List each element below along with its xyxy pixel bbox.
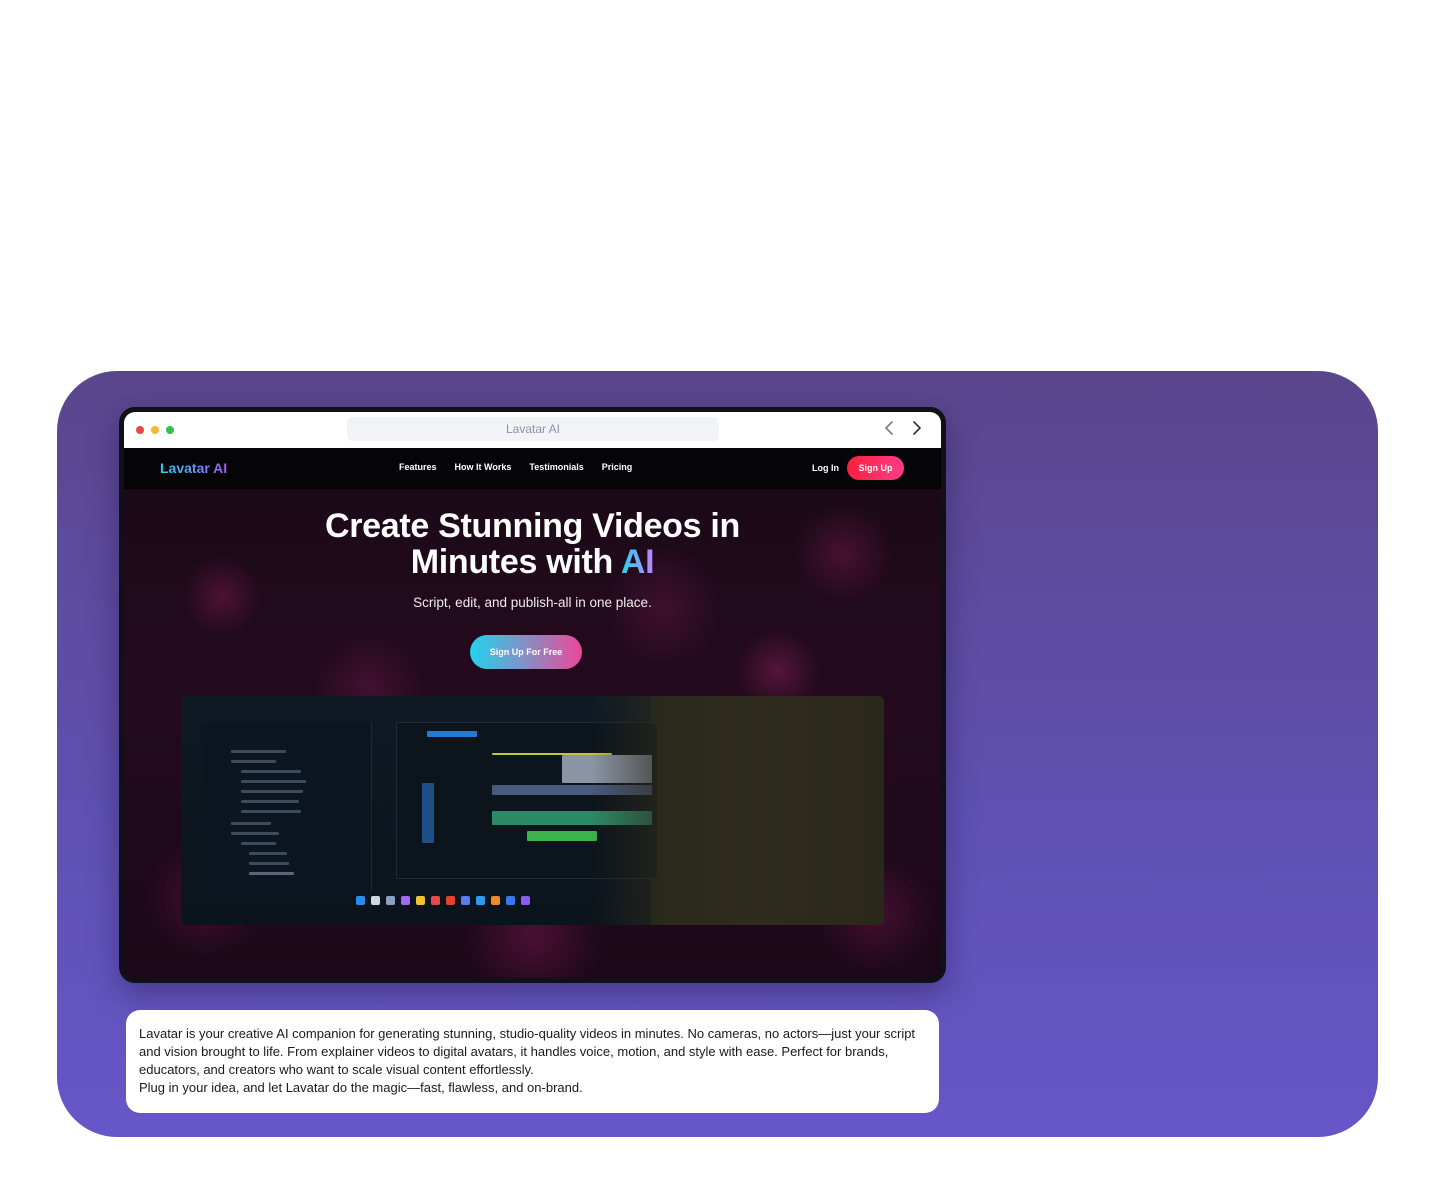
signup-for-free-button[interactable]: Sign Up For Free: [470, 635, 582, 669]
chevron-left-icon[interactable]: [879, 418, 899, 438]
project-description: Lavatar is your creative AI companion fo…: [126, 1010, 939, 1113]
site-menu: Features How It Works Testimonials Prici…: [399, 462, 632, 472]
hero-title-line2: Minutes with AI: [124, 544, 941, 580]
hero-title-line2-prefix: Minutes with: [410, 543, 621, 581]
chevron-right-icon[interactable]: [907, 418, 927, 438]
website-preview: Lavatar AI Features How It Works Testimo…: [124, 448, 941, 978]
nav-link-testimonials[interactable]: Testimonials: [529, 462, 583, 472]
hero-title: Create Stunning Videos in Minutes with A…: [124, 508, 941, 580]
hero-title-line1: Create Stunning Videos in: [324, 507, 741, 545]
editor-screen: [181, 696, 658, 925]
login-link[interactable]: Log In: [812, 463, 839, 473]
editor-screenshot-image: [181, 696, 884, 925]
minimize-window-dot[interactable]: [151, 426, 159, 434]
project-card: Lavatar AI Lavatar AI Features How It Wo…: [57, 371, 1378, 1137]
signup-button[interactable]: Sign Up: [847, 456, 904, 480]
hero-subtitle: Script, edit, and publish-all in one pla…: [413, 595, 652, 610]
maximize-window-dot[interactable]: [166, 426, 174, 434]
hero-title-highlight: AI: [620, 543, 655, 581]
browser-mockup: Lavatar AI Lavatar AI Features How It Wo…: [119, 407, 946, 983]
description-paragraph-1: Lavatar is your creative AI companion fo…: [139, 1026, 916, 1077]
nav-link-pricing[interactable]: Pricing: [602, 462, 633, 472]
browser-chrome: Lavatar AI: [124, 412, 941, 448]
nav-link-features[interactable]: Features: [399, 462, 437, 472]
address-bar[interactable]: Lavatar AI: [347, 417, 719, 441]
taskbar: [356, 896, 530, 905]
blurred-foreground: [591, 696, 884, 925]
nav-link-how-it-works[interactable]: How It Works: [455, 462, 512, 472]
description-paragraph-2: Plug in your idea, and let Lavatar do th…: [139, 1080, 583, 1095]
close-window-dot[interactable]: [136, 426, 144, 434]
site-logo[interactable]: Lavatar AI: [160, 460, 227, 476]
site-navbar: Lavatar AI Features How It Works Testimo…: [124, 448, 941, 489]
effects-panel: [201, 722, 372, 892]
